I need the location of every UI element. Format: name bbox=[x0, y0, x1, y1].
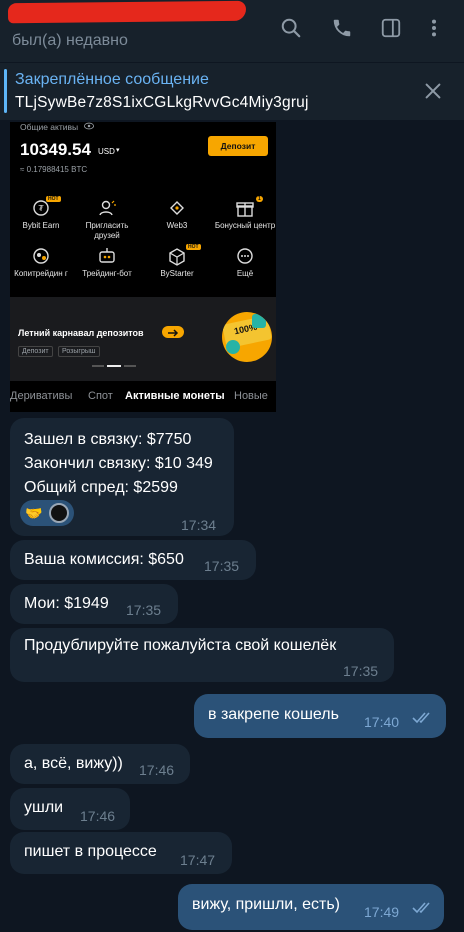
message-bubble[interactable]: Мои: $1949 17:35 bbox=[10, 584, 178, 624]
pinned-text: TLjSywBe7z8S1ixCGLkgRvvGc4Miy3gruj bbox=[15, 94, 309, 111]
message-time: 17:47 bbox=[180, 852, 216, 868]
more-grid-icon bbox=[237, 248, 253, 264]
redacted-contact-name bbox=[7, 0, 247, 24]
message-text: Продублируйте пожалуйста свой кошелёк bbox=[24, 637, 337, 654]
message-bubble[interactable]: пишет в процессе 17:47 bbox=[10, 832, 232, 874]
promo-title: Летний карнавал депозитов bbox=[18, 328, 144, 338]
bonus-count-badge: 1 bbox=[256, 196, 263, 202]
message-text: Общий спред: $2599 bbox=[24, 479, 178, 496]
avatar bbox=[49, 503, 69, 523]
btc-value: ≈ 0.17988415 BTC bbox=[20, 165, 88, 174]
grid-item-copytrading: Копитрейдин г bbox=[10, 246, 72, 279]
message-text: вижу, пришли, есть) bbox=[192, 896, 340, 913]
message-bubble[interactable]: а, всё, вижу)) 17:46 bbox=[10, 744, 190, 784]
grid-item-trading-bot: Трейдинг-бот bbox=[76, 246, 138, 279]
hot-badge: HOT bbox=[186, 244, 201, 250]
invite-icon bbox=[99, 200, 116, 216]
grid-item-more: Ещё bbox=[214, 246, 276, 279]
message-time: 17:46 bbox=[139, 762, 175, 778]
screenshot-image[interactable]: Общие активы 10349.54 USD ▾ ≈ 0.17988415… bbox=[10, 122, 276, 412]
pinned-message-bar[interactable]: Закреплённое сообщение TLjSywBe7z8S1ixCG… bbox=[0, 62, 464, 120]
message-bubble-outgoing[interactable]: в закрепе кошель 17:40 bbox=[194, 694, 446, 738]
message-time: 17:40 bbox=[364, 714, 400, 730]
close-icon[interactable] bbox=[422, 80, 444, 102]
message-text: Ваша комиссия: $650 bbox=[24, 551, 184, 568]
message-time: 17:35 bbox=[204, 558, 240, 574]
tab-new: Новые bbox=[234, 390, 268, 402]
message-bubble[interactable]: Продублируйте пожалуйста свой кошелёк 17… bbox=[10, 628, 394, 682]
pager-dot-active bbox=[107, 365, 121, 367]
message-text: Мои: $1949 bbox=[24, 595, 109, 612]
message-text: пишет в процессе bbox=[24, 843, 157, 860]
copytrading-icon bbox=[33, 248, 49, 264]
bot-icon bbox=[99, 248, 115, 263]
message-text: в закрепе кошель bbox=[208, 706, 339, 723]
grid-item-web3: Web3 bbox=[146, 198, 208, 231]
contact-status: был(а) недавно bbox=[12, 32, 128, 49]
balance-value: 10349.54 bbox=[20, 140, 91, 159]
web3-icon bbox=[170, 201, 184, 215]
grid-item-bystarter: ByStarter bbox=[146, 246, 208, 279]
more-vertical-icon[interactable] bbox=[423, 17, 445, 39]
svg-text:₮: ₮ bbox=[38, 204, 44, 213]
double-check-icon bbox=[412, 902, 430, 914]
box-icon bbox=[169, 248, 185, 266]
grid-item-bonus: Бонусный центр bbox=[214, 198, 276, 231]
tab-derivatives: Деривативы bbox=[10, 390, 73, 402]
assets-label: Общие активы bbox=[20, 122, 79, 132]
deposit-button: Депозит bbox=[208, 136, 268, 156]
promo-illustration: 100% bbox=[222, 312, 272, 362]
pager-dot bbox=[92, 365, 104, 367]
message-time: 17:35 bbox=[343, 663, 379, 679]
message-bubble[interactable]: ушли 17:46 bbox=[10, 788, 130, 830]
message-time: 17:35 bbox=[126, 602, 162, 618]
message-time: 17:49 bbox=[364, 904, 400, 920]
double-check-icon bbox=[412, 712, 430, 724]
message-bubble-outgoing[interactable]: вижу, пришли, есть) 17:49 bbox=[178, 884, 444, 930]
balance-currency: USD bbox=[98, 147, 115, 156]
message-bubble[interactable]: Ваша комиссия: $650 17:35 bbox=[10, 540, 256, 580]
message-text: Зашел в связку: $7750 bbox=[24, 431, 192, 448]
message-time: 17:34 bbox=[181, 517, 217, 533]
pager-dot bbox=[124, 365, 136, 367]
tab-active-coins: Активные монеты bbox=[125, 390, 225, 402]
search-icon[interactable] bbox=[280, 17, 302, 39]
grid-item-invite: Пригласить друзей bbox=[76, 198, 138, 241]
grid-item-bybit-earn: ₮ Bybit Earn bbox=[10, 198, 72, 231]
handshake-emoji-icon: 🤝 bbox=[25, 505, 43, 521]
pinned-title: Закреплённое сообщение bbox=[15, 71, 209, 88]
sidebar-toggle-icon[interactable] bbox=[380, 17, 402, 39]
message-time: 17:46 bbox=[80, 808, 116, 824]
hot-badge: HOT bbox=[46, 196, 61, 202]
pinned-indicator bbox=[4, 69, 7, 113]
tab-spot: Спот bbox=[88, 390, 113, 402]
promo-tag: Депозит bbox=[18, 346, 53, 357]
message-text: ушли bbox=[24, 799, 64, 816]
reaction-badge[interactable]: 🤝 bbox=[20, 500, 74, 526]
chat-header: был(а) недавно bbox=[0, 0, 464, 62]
promo-tag: Розыгрыш bbox=[58, 346, 100, 357]
chevron-down-icon: ▾ bbox=[116, 147, 120, 154]
eye-icon bbox=[84, 122, 94, 130]
message-text: Закончил связку: $10 349 bbox=[24, 455, 213, 472]
message-text: а, всё, вижу)) bbox=[24, 755, 123, 772]
arrow-right-icon bbox=[162, 326, 184, 338]
gift-icon bbox=[236, 202, 254, 217]
phone-icon[interactable] bbox=[331, 17, 353, 39]
